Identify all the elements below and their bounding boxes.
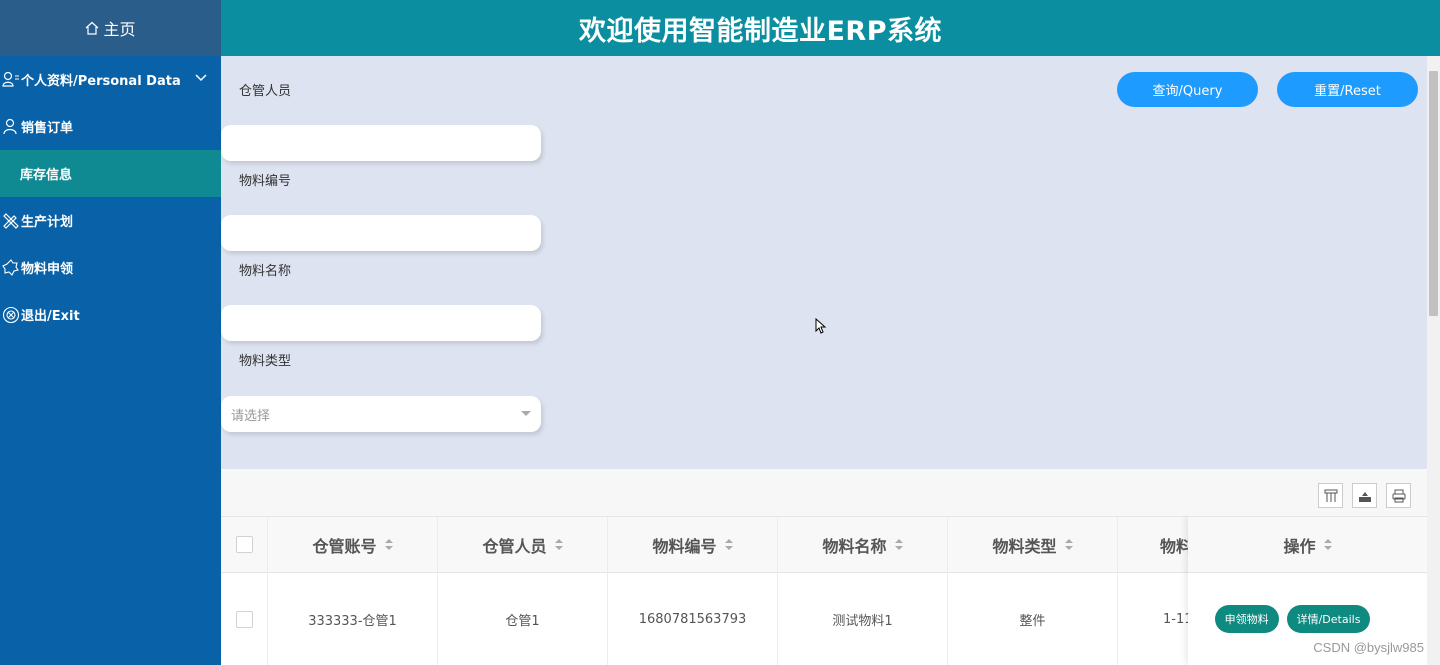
column-header[interactable]: 仓管人员 bbox=[438, 517, 608, 572]
column-header-label: 仓管人员 bbox=[482, 536, 547, 556]
inventory-table: 仓管账号 仓管人员 物料编号 物料名称 物料类型 物料 333333-仓管1 仓… bbox=[221, 516, 1427, 665]
tools-icon bbox=[3, 212, 19, 229]
page-scrollbar[interactable] bbox=[1427, 56, 1440, 665]
row-checkbox[interactable] bbox=[235, 610, 253, 628]
sidebar: 主页 个人资料/Personal Data 销售订单 库存信息 生产计划 物料申… bbox=[0, 0, 221, 665]
sidebar-item-label: 物料申领 bbox=[21, 262, 74, 277]
sidebar-item-label: 退出/Exit bbox=[21, 309, 80, 324]
material-type-label: 物料类型 bbox=[239, 354, 292, 369]
column-header[interactable]: 物料名称 bbox=[778, 517, 948, 572]
sidebar-item-personal-data[interactable]: 个人资料/Personal Data bbox=[0, 56, 221, 103]
scrollbar-thumb[interactable] bbox=[1429, 71, 1438, 316]
column-header[interactable]: 物料编号 bbox=[608, 517, 778, 572]
material-type-placeholder: 请选择 bbox=[231, 408, 271, 424]
column-header-label: 物料编号 bbox=[652, 536, 717, 556]
chevron-down-icon bbox=[521, 411, 531, 416]
column-header[interactable]: 仓管账号 bbox=[268, 517, 438, 572]
sort-icon bbox=[1064, 538, 1073, 551]
material-name-label: 物料名称 bbox=[239, 264, 292, 279]
query-button[interactable]: 查询/Query bbox=[1117, 72, 1258, 107]
material-name-input[interactable] bbox=[221, 305, 541, 341]
table-area: 仓管账号 仓管人员 物料编号 物料名称 物料类型 物料 333333-仓管1 仓… bbox=[221, 469, 1427, 665]
material-type-select[interactable]: 请选择 bbox=[221, 396, 541, 432]
select-all-checkbox[interactable] bbox=[235, 536, 253, 553]
row-select-cell bbox=[221, 573, 268, 665]
sidebar-item-sales-orders[interactable]: 销售订单 bbox=[0, 103, 221, 150]
material-code-label: 物料编号 bbox=[239, 174, 292, 189]
sidebar-item-inventory[interactable]: 库存信息 bbox=[0, 150, 221, 197]
print-button[interactable] bbox=[1386, 483, 1411, 508]
home-icon bbox=[86, 21, 99, 35]
columns-filter-button[interactable] bbox=[1318, 483, 1343, 508]
sort-icon bbox=[894, 538, 903, 551]
reset-button[interactable]: 重置/Reset bbox=[1277, 72, 1418, 107]
top-header: 欢迎使用智能制造业ERP系统 bbox=[221, 0, 1440, 56]
sort-icon bbox=[1323, 538, 1332, 551]
column-header[interactable]: 物料类型 bbox=[948, 517, 1118, 572]
sort-icon bbox=[384, 538, 393, 551]
exit-icon bbox=[2, 306, 20, 323]
person-list-icon bbox=[2, 71, 19, 87]
apply-material-button[interactable]: 申领物料 bbox=[1214, 605, 1279, 633]
column-header-label: 物料名称 bbox=[822, 536, 887, 556]
mouse-cursor-icon bbox=[815, 318, 827, 334]
column-header-label: 仓管账号 bbox=[312, 536, 377, 556]
main-content: 仓管人员 物料编号 物料名称 物料类型 请选择 查询/Query 重置/Rese… bbox=[221, 56, 1427, 665]
sidebar-item-label: 生产计划 bbox=[21, 215, 74, 230]
column-header-label: 物料类型 bbox=[992, 536, 1057, 556]
sidebar-item-material-request[interactable]: 物料申领 bbox=[0, 244, 221, 291]
export-button[interactable] bbox=[1352, 483, 1377, 508]
print-icon bbox=[1392, 489, 1405, 502]
sort-icon bbox=[554, 538, 563, 551]
column-header-label: 操作 bbox=[1283, 536, 1316, 556]
cell-name: 测试物料1 bbox=[778, 573, 948, 665]
sidebar-home-label: 主页 bbox=[103, 20, 136, 39]
columns-icon bbox=[1324, 489, 1337, 502]
details-button[interactable]: 详情/Details bbox=[1286, 605, 1371, 633]
sidebar-item-label: 个人资料/Personal Data bbox=[21, 74, 181, 89]
sidebar-item-label: 库存信息 bbox=[20, 168, 73, 183]
header-select-cell bbox=[221, 517, 268, 572]
table-toolbar bbox=[221, 469, 1427, 516]
chevron-down-icon bbox=[195, 74, 207, 82]
badge-icon bbox=[2, 258, 19, 276]
cell-person: 仓管1 bbox=[438, 573, 608, 665]
cell-type: 整件 bbox=[948, 573, 1118, 665]
sidebar-item-exit[interactable]: 退出/Exit bbox=[0, 291, 221, 338]
cell-account: 333333-仓管1 bbox=[268, 573, 438, 665]
sidebar-item-label: 销售订单 bbox=[21, 121, 74, 136]
material-code-input[interactable] bbox=[221, 215, 541, 251]
sort-icon bbox=[724, 538, 733, 551]
watermark: CSDN @bysjlw985 bbox=[1313, 640, 1424, 655]
export-icon bbox=[1358, 491, 1371, 502]
column-header[interactable]: 操作 bbox=[1188, 516, 1427, 573]
sidebar-home[interactable]: 主页 bbox=[0, 0, 221, 56]
warehouse-person-input[interactable] bbox=[221, 125, 541, 161]
person-icon bbox=[3, 118, 17, 134]
sidebar-item-production-plan[interactable]: 生产计划 bbox=[0, 197, 221, 244]
page-title: 欢迎使用智能制造业ERP系统 bbox=[578, 15, 943, 47]
warehouse-person-label: 仓管人员 bbox=[239, 84, 292, 99]
cell-code: 1680781563793 bbox=[608, 573, 778, 665]
